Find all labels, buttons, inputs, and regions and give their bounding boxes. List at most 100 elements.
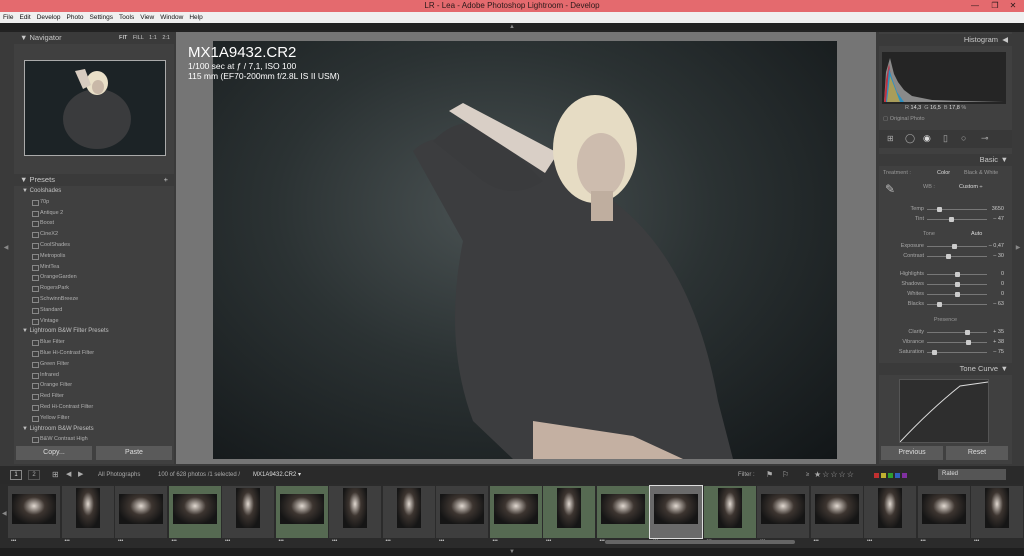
slider-value[interactable]: – 0,47 (989, 241, 1004, 251)
slider-row[interactable]: Blacks – 63 (879, 299, 1012, 309)
slider-value[interactable]: – 63 (993, 299, 1004, 309)
preset-item[interactable]: Orange Filter (14, 380, 174, 391)
preset-item[interactable]: CoolShades (14, 240, 174, 251)
basic-header[interactable]: Basic ▼ (879, 154, 1012, 166)
forward-arrow-icon[interactable]: ▶ (78, 466, 83, 484)
slider-thumb[interactable] (965, 339, 971, 345)
filmstrip-thumbnail[interactable]: ••• (757, 486, 809, 544)
preset-item[interactable]: Metropolis (14, 251, 174, 262)
histogram-chart[interactable] (882, 52, 1006, 104)
slider-row[interactable]: Temp 3650 (879, 204, 1012, 214)
previous-button[interactable]: Previous (881, 446, 943, 460)
menu-window[interactable]: Window (157, 12, 186, 23)
main-window-button[interactable]: 1 (10, 470, 22, 480)
graduated-filter-icon[interactable]: ▯ (943, 133, 948, 144)
preset-item[interactable]: Red Filter (14, 391, 174, 402)
slider-thumb[interactable] (945, 253, 951, 259)
filmstrip-thumbnail[interactable]: ••• (168, 486, 221, 544)
slider-value[interactable]: – 47 (993, 214, 1004, 224)
zoom-2-1[interactable]: 2:1 (162, 35, 170, 41)
slider-value[interactable]: + 38 (993, 337, 1004, 347)
paste-settings-button[interactable]: Paste (96, 446, 172, 460)
filter-preset-select[interactable]: Rated (938, 469, 1006, 480)
auto-tone-button[interactable]: Auto (971, 231, 982, 237)
treatment-bw[interactable]: Black & White (964, 170, 998, 176)
filmstrip-thumbnail[interactable]: ••• (971, 486, 1023, 544)
right-panel-toggle-icon[interactable]: ▶ (1014, 244, 1022, 251)
preset-item[interactable]: OrangeGarden (14, 272, 174, 283)
filmstrip-thumbnail[interactable]: ••• (115, 486, 167, 544)
menu-help[interactable]: Help (186, 12, 205, 23)
reject-filter-icon[interactable]: ⚐ (782, 466, 789, 484)
preset-folder[interactable]: ▼ Lightroom B&W Filter Presets (14, 326, 174, 337)
bottom-panel-toggle-icon[interactable]: ▼ (508, 548, 516, 556)
slider-track[interactable] (927, 331, 987, 333)
slider-row[interactable]: Whites 0 (879, 289, 1012, 299)
zoom-fit[interactable]: FIT (119, 35, 127, 41)
filmstrip-left-arrow-icon[interactable]: ◀ (2, 510, 7, 517)
tone-curve-header[interactable]: Tone Curve ▼ (879, 363, 1012, 375)
slider-value[interactable]: + 35 (993, 327, 1004, 337)
slider-thumb[interactable] (954, 291, 960, 297)
menu-file[interactable]: File (0, 12, 16, 23)
color-label-blue[interactable] (895, 473, 900, 478)
filmstrip-thumbnail[interactable]: ••• (436, 486, 488, 544)
filmstrip-thumbnail[interactable]: ••• (543, 486, 595, 544)
preset-folder[interactable]: ▼ Lightroom B&W Presets (14, 424, 174, 435)
current-file[interactable]: MX1A9432.CR2 ▾ (253, 466, 301, 484)
slider-track[interactable] (927, 218, 987, 220)
slider-value[interactable]: 0 (1001, 289, 1004, 299)
add-preset-icon[interactable]: + (164, 174, 168, 186)
slider-value[interactable]: 0 (1001, 269, 1004, 279)
preset-item[interactable]: Infrared (14, 370, 174, 381)
reset-button[interactable]: Reset (946, 446, 1008, 460)
spot-removal-tool-icon[interactable]: ◯ (905, 133, 915, 144)
preset-item[interactable]: Yellow Filter (14, 413, 174, 424)
tone-curve-graph[interactable] (899, 379, 989, 443)
filmstrip-thumbnail[interactable]: ••• (864, 486, 916, 544)
slider-value[interactable]: 3650 (992, 204, 1004, 214)
slider-value[interactable]: – 30 (993, 251, 1004, 261)
preset-item[interactable]: B&W Contrast High (14, 434, 174, 445)
preset-item[interactable]: Red Hi-Contrast Filter (14, 402, 174, 413)
zoom-fill[interactable]: FILL (133, 35, 144, 41)
star-filter[interactable]: ★☆☆☆☆ (814, 466, 855, 484)
filmstrip-thumbnail[interactable]: ••• (222, 486, 274, 544)
wb-select[interactable]: Custom ÷ (959, 184, 983, 190)
preset-item[interactable]: MintTea (14, 262, 174, 273)
preset-item[interactable]: Standard (14, 305, 174, 316)
left-panel-toggle-icon[interactable]: ◀ (2, 244, 10, 251)
filmstrip-thumbnail[interactable]: ••• (8, 486, 60, 544)
preset-item[interactable]: Blue Hi-Contrast Filter (14, 348, 174, 359)
preset-item[interactable]: CineX2 (14, 229, 174, 240)
main-photo[interactable] (213, 41, 837, 459)
copy-settings-button[interactable]: Copy... (16, 446, 92, 460)
slider-value[interactable]: – 75 (993, 347, 1004, 357)
grid-view-icon[interactable]: ⊞ (52, 466, 59, 484)
menu-edit[interactable]: Edit (16, 12, 33, 23)
slider-row[interactable]: Shadows 0 (879, 279, 1012, 289)
filmstrip-thumbnail[interactable]: ••• (275, 486, 328, 544)
slider-thumb[interactable] (948, 216, 954, 222)
filmstrip-thumbnail[interactable]: ••• (703, 486, 756, 544)
slider-row[interactable]: Tint – 47 (879, 214, 1012, 224)
menu-develop[interactable]: Develop (34, 12, 64, 23)
menu-view[interactable]: View (137, 12, 157, 23)
filmstrip-thumbnail[interactable]: ••• (649, 485, 703, 544)
preset-item[interactable]: Antique 2 (14, 208, 174, 219)
flag-filter-icon[interactable]: ⚑ (766, 466, 773, 484)
preset-item[interactable]: Green Filter (14, 359, 174, 370)
slider-thumb[interactable] (936, 206, 942, 212)
close-button[interactable]: ✕ (1004, 0, 1022, 12)
slider-thumb[interactable] (964, 329, 970, 335)
filmstrip-thumbnail[interactable]: ••• (61, 486, 114, 544)
second-window-button[interactable]: 2 (28, 470, 40, 480)
preset-item[interactable]: SchwinnBreeze (14, 294, 174, 305)
slider-thumb[interactable] (936, 301, 942, 307)
preset-item[interactable]: 70p (14, 197, 174, 208)
crop-tool-icon[interactable]: ⊞ (887, 134, 894, 143)
preset-item[interactable]: Blue Filter (14, 337, 174, 348)
rating-operator[interactable]: ≥ (806, 466, 809, 484)
menu-settings[interactable]: Settings (87, 12, 117, 23)
slider-thumb[interactable] (954, 281, 960, 287)
